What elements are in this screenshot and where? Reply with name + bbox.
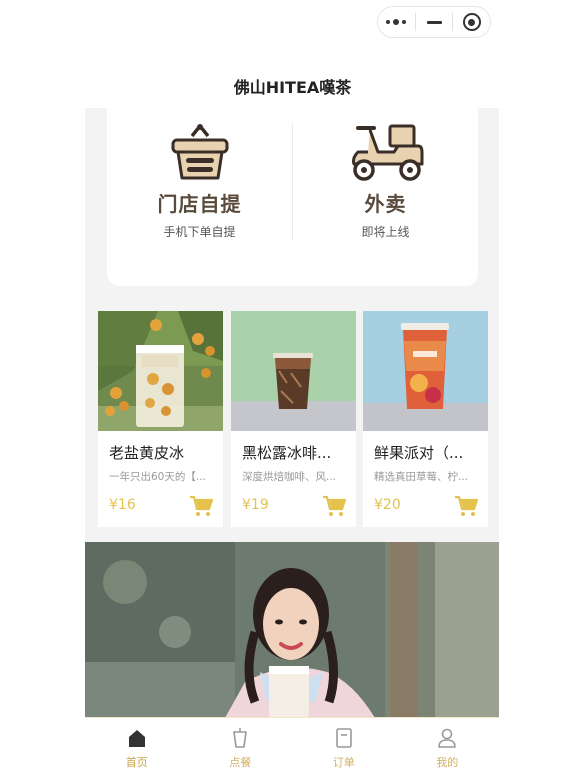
scooter-icon [351, 124, 423, 181]
close-target-icon [462, 13, 481, 31]
tab-label: 首页 [125, 756, 148, 769]
minimize-button[interactable] [416, 7, 453, 37]
product-card[interactable]: 鲜果派对（... 精选真田草莓、柠... ¥20 [363, 311, 488, 527]
page-title: 佛山HITEA嘆茶 [233, 78, 352, 97]
product-image [231, 311, 356, 431]
tab-orders[interactable]: 订单 [292, 718, 396, 779]
product-price: ¥19 [242, 497, 269, 513]
product-name: 黑松露冰啡... [242, 444, 332, 462]
pickup-option[interactable]: 门店自提 手机下单自提 [107, 108, 292, 286]
more-dots-icon [386, 19, 407, 25]
product-image [363, 311, 488, 431]
product-name: 鲜果派对（... [374, 444, 464, 462]
delivery-option[interactable]: 外卖 即将上线 [293, 108, 478, 286]
product-desc: 深度烘焙咖啡、风... [242, 471, 337, 483]
tab-order-food[interactable]: 点餐 [189, 718, 293, 779]
delivery-title: 外卖 [364, 192, 407, 216]
tab-label: 我的 [436, 756, 459, 769]
tab-label: 点餐 [229, 756, 252, 769]
tab-profile[interactable]: 我的 [396, 718, 500, 779]
order-mode-card: 门店自提 手机下单自提 外卖 即将上线 [107, 108, 478, 286]
basket-icon [171, 124, 228, 180]
pickup-subtitle: 手机下单自提 [163, 225, 236, 239]
product-card[interactable]: 老盐黄皮冰 一年只出60天的【... ¥16 [98, 311, 223, 527]
tab-home[interactable]: 首页 [85, 718, 189, 779]
minimize-icon [426, 20, 442, 24]
product-image [98, 311, 223, 431]
product-desc: 一年只出60天的【... [109, 471, 206, 483]
cart-icon[interactable] [322, 495, 346, 517]
user-icon [438, 728, 457, 748]
cup-icon [233, 728, 248, 748]
product-desc: 精选真田草莓、柠... [374, 471, 469, 483]
product-name: 老盐黄皮冰 [109, 444, 185, 462]
pickup-title: 门店自提 [157, 192, 242, 216]
product-price: ¥20 [374, 497, 401, 513]
more-button[interactable] [378, 7, 415, 37]
tab-label: 订单 [332, 756, 355, 769]
banner-image [85, 542, 499, 718]
mini-program-page: 佛山HITEA嘆茶 门店自提 手机下单自提 外卖 即将上线 老盐黄皮冰 一年只出… [0, 0, 585, 779]
home-icon [128, 730, 145, 747]
product-price: ¥16 [109, 497, 136, 513]
close-button[interactable] [453, 7, 490, 37]
delivery-subtitle: 即将上线 [361, 225, 410, 239]
promo-banner[interactable] [85, 542, 499, 718]
cart-icon[interactable] [189, 495, 213, 517]
capsule-menu [377, 6, 491, 38]
order-icon [335, 728, 352, 748]
cart-icon[interactable] [454, 495, 478, 517]
product-card[interactable]: 黑松露冰啡... 深度烘焙咖啡、风... ¥19 [231, 311, 356, 527]
tab-bar: 首页 点餐 订单 我的 [85, 717, 499, 779]
